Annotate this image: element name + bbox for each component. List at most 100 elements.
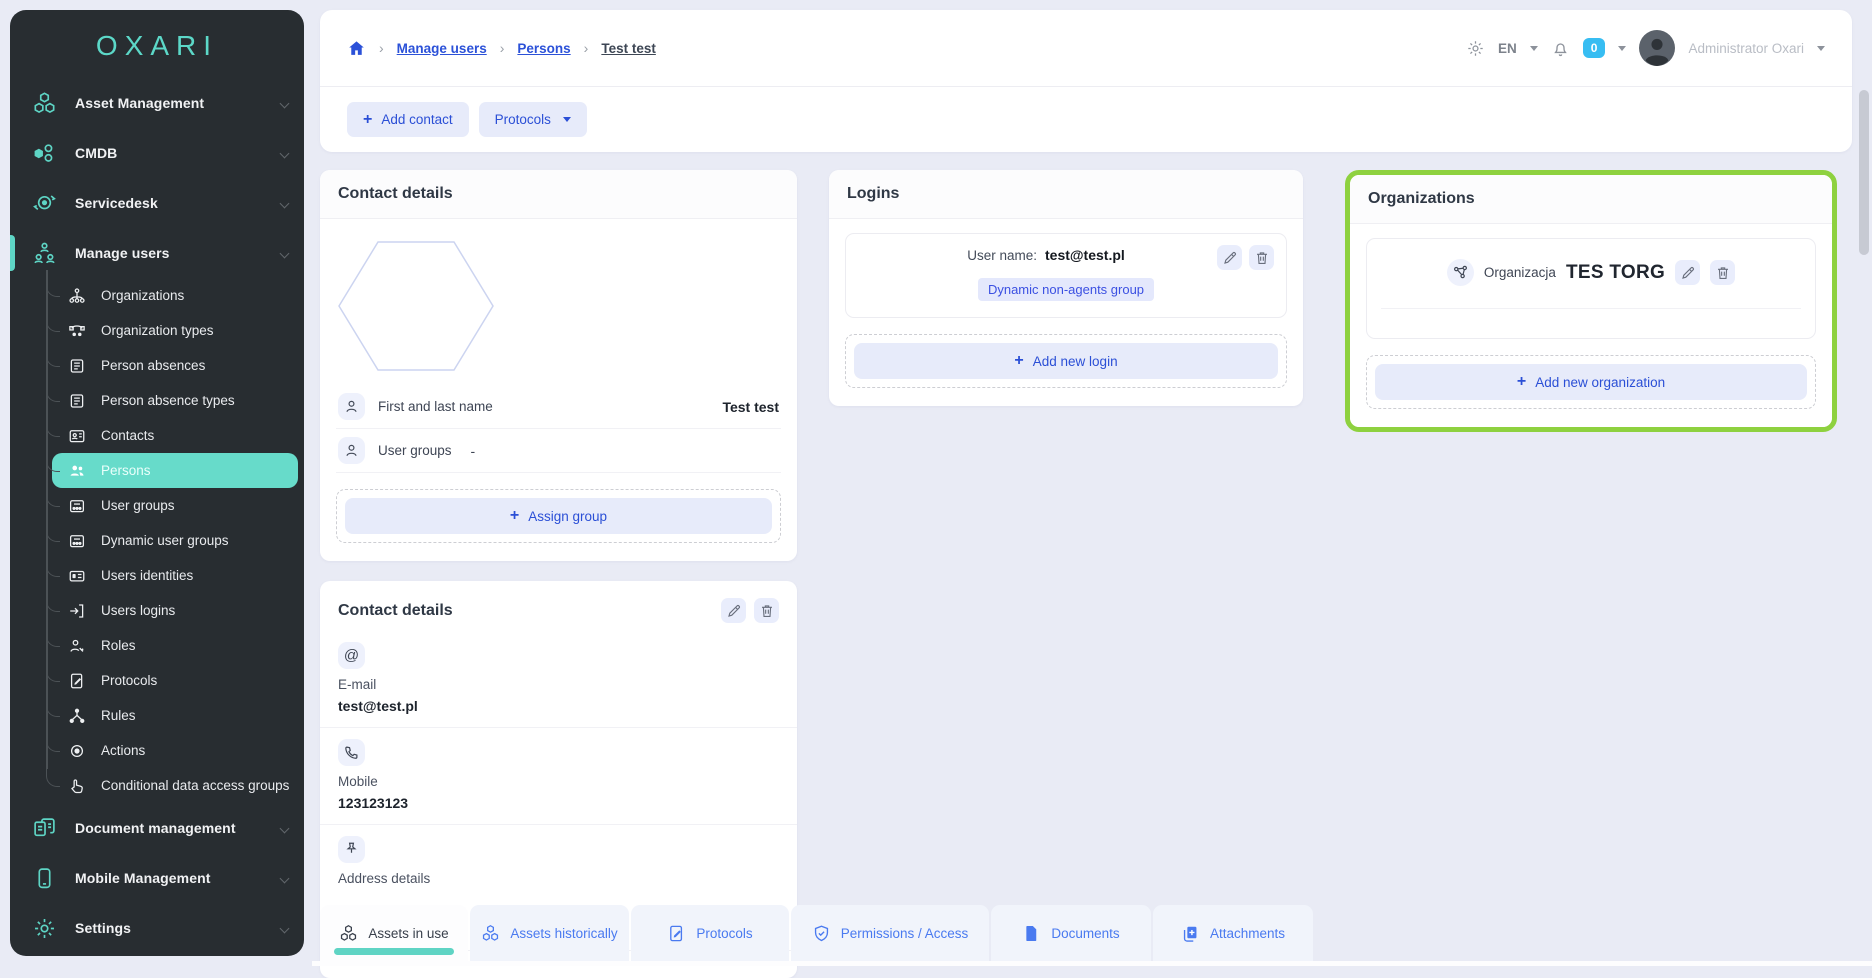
assign-group-button[interactable]: + Assign group bbox=[345, 498, 772, 534]
sidebar-item-dynamic-user-groups[interactable]: Dynamic user groups bbox=[10, 523, 304, 558]
sidebar-item-persons[interactable]: Persons bbox=[52, 453, 298, 488]
delete-contact-button[interactable] bbox=[754, 598, 779, 623]
conditional-data-access-icon bbox=[68, 777, 86, 795]
page-actions: + Add contact Protocols bbox=[320, 87, 1852, 152]
protocols-dropdown-button[interactable]: Protocols bbox=[479, 102, 587, 137]
sidebar-item-cmdb[interactable]: CMDB bbox=[10, 128, 304, 178]
chevron-down-icon bbox=[280, 823, 290, 833]
language-selector[interactable]: EN bbox=[1498, 41, 1517, 56]
card-title: Logins bbox=[829, 170, 1303, 219]
sidebar-item-users-identities[interactable]: Users identities bbox=[10, 558, 304, 593]
sidebar-item-protocols[interactable]: Protocols bbox=[10, 663, 304, 698]
sidebar-item-rules[interactable]: Rules bbox=[10, 698, 304, 733]
sidebar-nav: Asset Management CMDB Servicedesk Manage… bbox=[10, 72, 304, 953]
sidebar-item-manage-users[interactable]: Manage users bbox=[10, 228, 304, 278]
trash-icon bbox=[1715, 265, 1731, 281]
tab-documents[interactable]: Documents bbox=[991, 905, 1151, 961]
user-groups-icon bbox=[68, 497, 86, 515]
sidebar-item-user-groups[interactable]: User groups bbox=[10, 488, 304, 523]
avatar[interactable] bbox=[1639, 30, 1675, 66]
card-title: Contact details bbox=[320, 170, 797, 219]
caret-down-icon[interactable] bbox=[1530, 46, 1538, 51]
users-logins-icon bbox=[68, 602, 86, 620]
caret-down-icon[interactable] bbox=[1817, 46, 1825, 51]
info-row-name: First and last name Test test bbox=[336, 385, 781, 429]
document-management-icon bbox=[32, 816, 57, 841]
sidebar-item-conditional-data-access-groups[interactable]: Conditional data access groups bbox=[10, 768, 304, 803]
group-chip: Dynamic non-agents group bbox=[978, 278, 1154, 301]
logins-card: Logins User name: test@test.pl Dynamic n… bbox=[829, 170, 1303, 406]
scrollbar-track bbox=[1859, 0, 1871, 966]
sidebar-item-organization-types[interactable]: Organization types bbox=[10, 313, 304, 348]
chevron-up-icon bbox=[280, 248, 290, 258]
tab-permissions-access[interactable]: Permissions / Access bbox=[791, 905, 989, 961]
mobile-label: Mobile bbox=[338, 774, 779, 789]
contact-details-card: Contact details First and last name Test… bbox=[320, 170, 797, 561]
caret-down-icon[interactable] bbox=[1618, 46, 1626, 51]
organization-name: TES TORG bbox=[1566, 262, 1665, 284]
sidebar-item-settings[interactable]: Settings bbox=[10, 903, 304, 953]
edit-login-button[interactable] bbox=[1217, 245, 1242, 270]
login-entry: User name: test@test.pl Dynamic non-agen… bbox=[845, 233, 1287, 318]
bell-icon[interactable] bbox=[1551, 39, 1570, 58]
contacts-icon bbox=[68, 427, 86, 445]
scrollbar-thumb[interactable] bbox=[1859, 90, 1869, 255]
organizations-card: Organizations Organizacja TES TORG bbox=[1350, 175, 1832, 427]
person-absence-types-icon bbox=[68, 392, 86, 410]
sidebar-item-label: Asset Management bbox=[75, 95, 204, 111]
tab-protocols[interactable]: Protocols bbox=[631, 905, 789, 961]
sidebar-item-person-absences[interactable]: Person absences bbox=[10, 348, 304, 383]
sidebar-item-asset-management[interactable]: Asset Management bbox=[10, 78, 304, 128]
manage-users-submenu: Organizations Organization types Person … bbox=[10, 278, 304, 803]
sidebar-item-label: Settings bbox=[75, 920, 131, 936]
sidebar-item-contacts[interactable]: Contacts bbox=[10, 418, 304, 453]
tab-assets-in-use[interactable]: Assets in use bbox=[320, 905, 468, 961]
gear-icon[interactable] bbox=[1466, 39, 1485, 58]
user-menu-name[interactable]: Administrator Oxari bbox=[1688, 41, 1804, 56]
organization-entry: Organizacja TES TORG bbox=[1366, 238, 1816, 339]
user-name-value: test@test.pl bbox=[1045, 247, 1125, 263]
organizations-highlight-border: Organizations Organizacja TES TORG bbox=[1345, 170, 1837, 432]
delete-login-button[interactable] bbox=[1249, 245, 1274, 270]
edit-contact-button[interactable] bbox=[721, 598, 746, 623]
tab-assets-historically[interactable]: Assets historically bbox=[470, 905, 629, 961]
sidebar-item-person-absence-types[interactable]: Person absence types bbox=[10, 383, 304, 418]
pencil-icon bbox=[1680, 265, 1696, 281]
add-new-organization-button[interactable]: + Add new organization bbox=[1375, 364, 1807, 400]
tab-attachments[interactable]: Attachments bbox=[1153, 905, 1313, 961]
sidebar-item-roles[interactable]: Roles bbox=[10, 628, 304, 663]
home-icon[interactable] bbox=[347, 39, 366, 58]
organizations-icon bbox=[68, 287, 86, 305]
chevron-down-icon bbox=[280, 923, 290, 933]
breadcrumb-link-manage-users[interactable]: Manage users bbox=[397, 41, 487, 56]
card-title: Contact details bbox=[338, 602, 453, 620]
breadcrumb-current-page[interactable]: Test test bbox=[601, 41, 656, 56]
sidebar-item-servicedesk[interactable]: Servicedesk bbox=[10, 178, 304, 228]
delete-organization-button[interactable] bbox=[1710, 260, 1735, 285]
sidebar-item-label: Servicedesk bbox=[75, 195, 158, 211]
sidebar-item-mobile-management[interactable]: Mobile Management bbox=[10, 853, 304, 903]
mobile-value: 123123123 bbox=[338, 795, 779, 811]
pencil-icon bbox=[1222, 250, 1238, 266]
breadcrumb-link-persons[interactable]: Persons bbox=[517, 41, 570, 56]
organization-icon bbox=[1447, 259, 1474, 286]
phone-icon bbox=[338, 739, 365, 766]
add-contact-button[interactable]: + Add contact bbox=[347, 102, 469, 137]
breadcrumb-separator: › bbox=[584, 40, 589, 56]
trash-icon bbox=[1254, 250, 1270, 266]
settings-icon bbox=[32, 916, 57, 941]
sidebar-item-actions[interactable]: Actions bbox=[10, 733, 304, 768]
edit-organization-button[interactable] bbox=[1675, 260, 1700, 285]
asset-management-icon bbox=[32, 91, 57, 116]
add-new-login-button[interactable]: + Add new login bbox=[854, 343, 1278, 379]
divider bbox=[1381, 308, 1801, 322]
trash-icon bbox=[759, 603, 775, 619]
page-header: › Manage users › Persons › Test test EN … bbox=[320, 10, 1852, 152]
assets-icon bbox=[481, 924, 500, 943]
sidebar-item-document-management[interactable]: Document management bbox=[10, 803, 304, 853]
mobile-section: Mobile 123123123 bbox=[320, 728, 797, 825]
sidebar-item-users-logins[interactable]: Users logins bbox=[10, 593, 304, 628]
mobile-management-icon bbox=[32, 866, 57, 891]
sidebar-item-organizations[interactable]: Organizations bbox=[10, 278, 304, 313]
roles-icon bbox=[68, 637, 86, 655]
